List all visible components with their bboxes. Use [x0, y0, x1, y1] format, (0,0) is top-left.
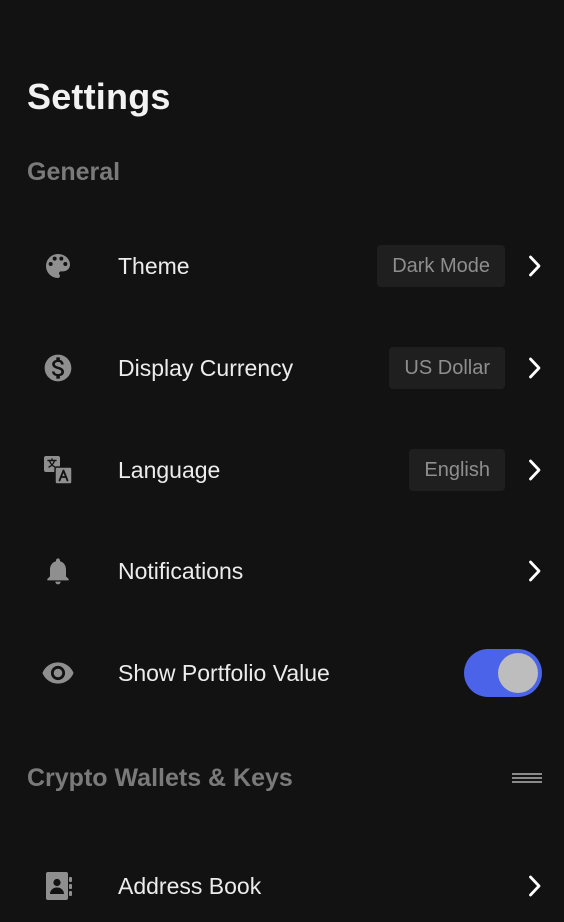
dollar-icon [38, 350, 78, 386]
show-portfolio-value-label: Show Portfolio Value [118, 660, 330, 686]
chevron-right-icon [528, 874, 542, 898]
settings-row-address-book[interactable]: Address Book [0, 856, 564, 916]
address-book-label: Address Book [118, 873, 262, 899]
settings-row-language[interactable]: Language English [0, 440, 564, 500]
notifications-label: Notifications [118, 558, 244, 584]
palette-icon [38, 248, 78, 284]
section-title-crypto-wallets: Crypto Wallets & Keys [27, 764, 293, 792]
show-portfolio-value-toggle[interactable] [464, 649, 542, 697]
chevron-right-icon [528, 559, 542, 583]
toggle-knob [498, 653, 538, 693]
chevron-right-icon [528, 254, 542, 278]
bell-icon [38, 553, 78, 589]
chevron-right-icon [528, 458, 542, 482]
chevron-right-icon [528, 356, 542, 380]
settings-row-show-portfolio-value: Show Portfolio Value [0, 643, 564, 703]
language-label: Language [118, 457, 221, 483]
display-currency-value: US Dollar [389, 347, 505, 389]
theme-label: Theme [118, 253, 190, 279]
drag-handle-icon[interactable] [512, 771, 542, 785]
settings-row-notifications[interactable]: Notifications [0, 541, 564, 601]
display-currency-label: Display Currency [118, 355, 294, 381]
settings-row-theme[interactable]: Theme Dark Mode [0, 236, 564, 296]
eye-icon [38, 655, 78, 691]
page-title: Settings [27, 76, 171, 117]
theme-value: Dark Mode [377, 245, 505, 287]
translate-icon [38, 452, 78, 488]
language-value: English [409, 449, 505, 491]
contact-book-icon [38, 868, 78, 904]
section-title-general: General [27, 158, 121, 186]
settings-row-display-currency[interactable]: Display Currency US Dollar [0, 338, 564, 398]
